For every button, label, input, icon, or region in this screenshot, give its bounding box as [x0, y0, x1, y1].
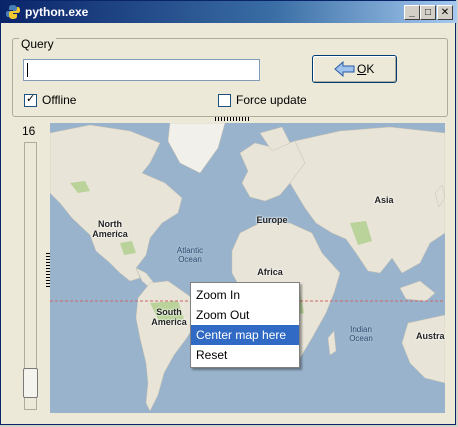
map-label-indian-ocean: Indian Ocean [349, 325, 373, 343]
force-update-label: Force update [236, 93, 307, 107]
map-label-north-america: North America [92, 219, 128, 239]
python-icon [6, 5, 20, 19]
force-update-checkbox[interactable] [218, 94, 231, 107]
offline-checkbox[interactable]: ✓ [24, 93, 37, 107]
title-bar[interactable]: python.exe _ □ ✕ [1, 1, 457, 23]
window-title: python.exe [25, 5, 89, 19]
query-group-label: Query [19, 37, 56, 51]
close-button[interactable]: ✕ [437, 5, 453, 20]
minimize-button[interactable]: _ [404, 5, 420, 20]
ok-button[interactable]: OK [312, 55, 397, 83]
map-label-africa: Africa [257, 267, 283, 277]
splitter-handle-top[interactable] [215, 117, 249, 121]
checkmark-icon: ✓ [26, 93, 36, 105]
main-window: python.exe _ □ ✕ Query OK ✓ Offline Forc… [0, 0, 457, 425]
map-label-atlantic-ocean: Atlantic Ocean [176, 246, 204, 264]
map-label-australia: Austra [416, 331, 445, 341]
map-label-asia: Asia [374, 195, 394, 205]
context-menu: Zoom In Zoom Out Center map here Reset [190, 282, 300, 368]
query-input[interactable] [23, 59, 260, 81]
world-map[interactable]: North America South America Europe Afric… [50, 123, 445, 413]
menu-item-zoom-out[interactable]: Zoom Out [191, 305, 299, 325]
map-label-south-america: South America [151, 307, 187, 327]
menu-item-center-map[interactable]: Center map here [191, 325, 299, 345]
menu-item-reset[interactable]: Reset [191, 345, 299, 365]
back-arrow-icon [334, 61, 355, 77]
zoom-slider-thumb[interactable] [23, 368, 38, 398]
offline-label: Offline [42, 93, 77, 107]
map-label-europe: Europe [256, 215, 288, 225]
maximize-button[interactable]: □ [420, 5, 436, 20]
zoom-level-label: 16 [22, 124, 36, 138]
text-caret [27, 63, 28, 77]
ok-button-label: OK [357, 62, 375, 76]
menu-item-zoom-in[interactable]: Zoom In [191, 285, 299, 305]
